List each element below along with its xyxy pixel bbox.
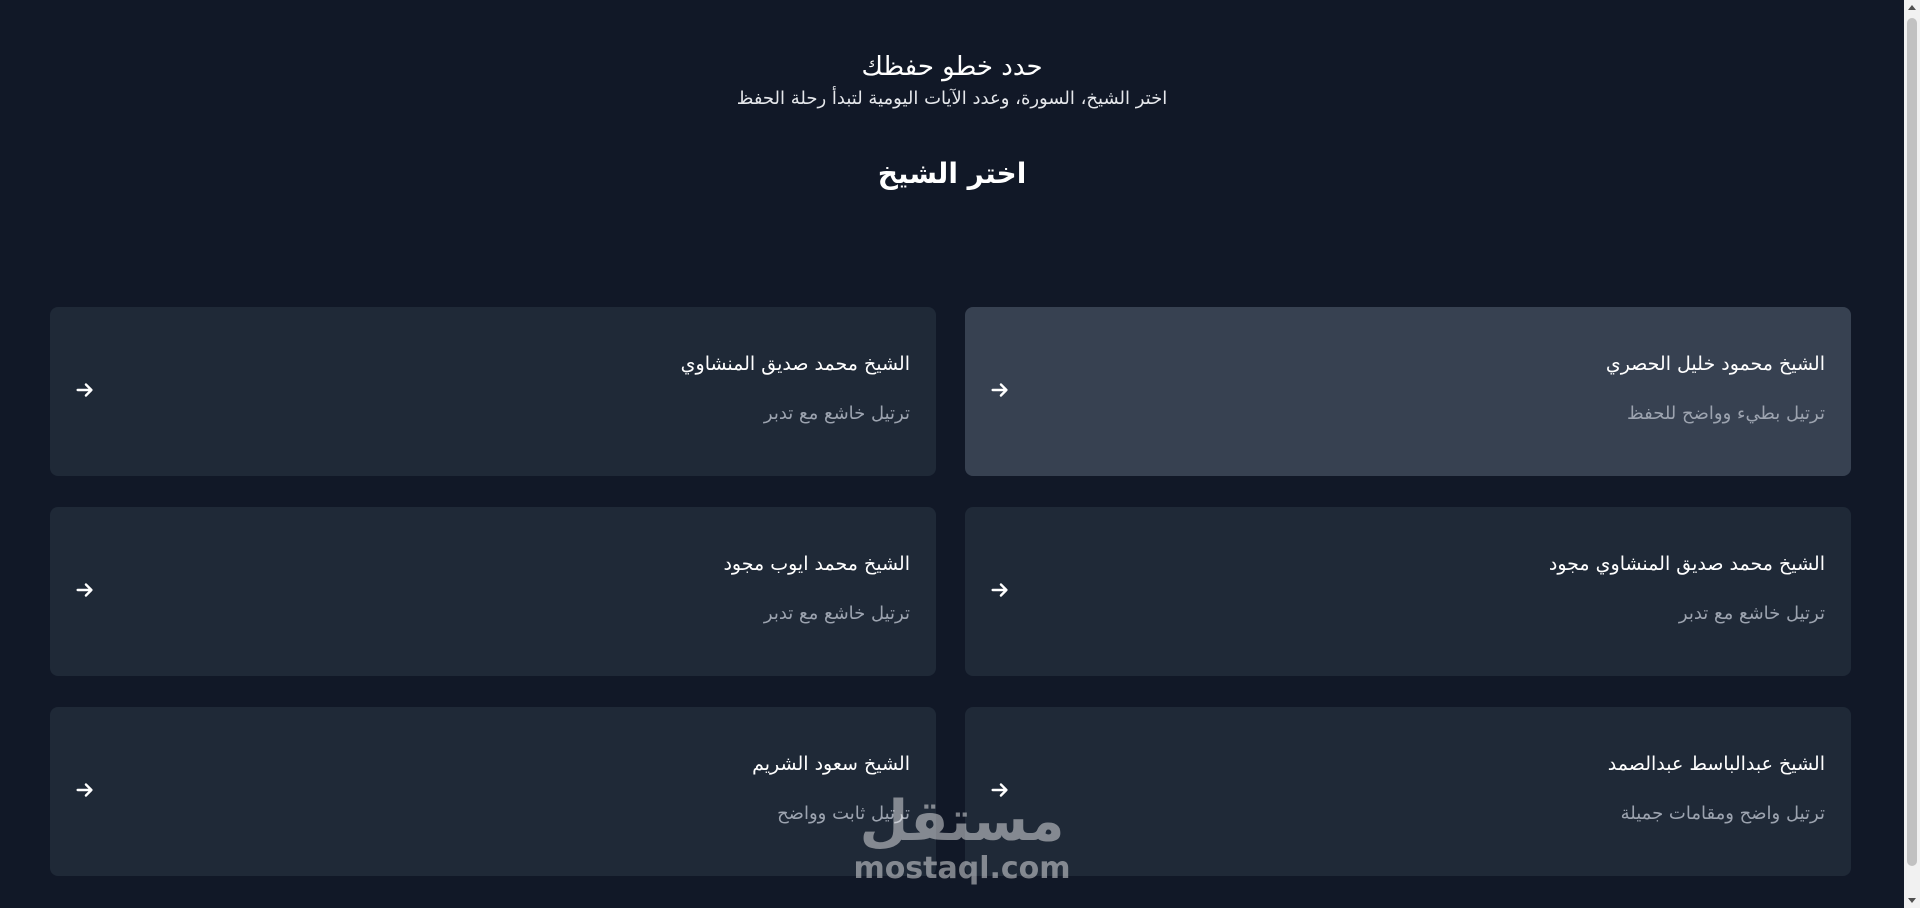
- sheikh-name: الشيخ محمد صديق المنشاوي مجود: [1548, 553, 1825, 575]
- scroll-thumb[interactable]: [1907, 18, 1917, 866]
- page-subtitle: اختر الشيخ، السورة، وعدد الآيات اليومية …: [736, 88, 1168, 109]
- arrow-right-icon: [76, 583, 93, 597]
- sheikh-description: ترتيل خاشع مع تدبر: [763, 403, 910, 424]
- vertical-scrollbar[interactable]: [1904, 0, 1920, 908]
- sheikh-name: الشيخ محمد ايوب مجود: [723, 553, 910, 575]
- sheikh-description: ترتيل واضح ومقامات جميلة: [1620, 803, 1825, 824]
- sheikh-description: ترتيل بطيء وواضح للحفظ: [1627, 403, 1825, 424]
- arrow-right-icon: [76, 783, 93, 797]
- sheikh-card[interactable]: الشيخ محمد ايوب مجود ترتيل خاشع مع تدبر: [50, 507, 936, 676]
- sheikh-card[interactable]: الشيخ عبدالباسط عبدالصمد ترتيل واضح ومقا…: [965, 707, 1851, 876]
- section-title: اختر الشيخ: [877, 157, 1027, 190]
- sheikh-grid: الشيخ محمود خليل الحصري ترتيل بطيء وواضح…: [50, 307, 1851, 876]
- page-title: حدد خطو حفظك: [861, 52, 1043, 82]
- sheikh-name: الشيخ محمد صديق المنشاوي: [680, 353, 910, 375]
- arrow-right-icon: [991, 583, 1008, 597]
- sheikh-card[interactable]: الشيخ محمد صديق المنشاوي ترتيل خاشع مع ت…: [50, 307, 936, 476]
- sheikh-description: ترتيل ثابت وواضح: [777, 803, 910, 824]
- page: حدد خطو حفظك اختر الشيخ، السورة، وعدد ال…: [0, 0, 1904, 908]
- sheikh-card[interactable]: الشيخ محمود خليل الحصري ترتيل بطيء وواضح…: [965, 307, 1851, 476]
- sheikh-card[interactable]: الشيخ سعود الشريم ترتيل ثابت وواضح: [50, 707, 936, 876]
- scroll-up-arrow-icon[interactable]: [1908, 5, 1916, 10]
- sheikh-name: الشيخ سعود الشريم: [752, 753, 910, 775]
- scroll-down-arrow-icon[interactable]: [1908, 898, 1916, 903]
- sheikh-description: ترتيل خاشع مع تدبر: [763, 603, 910, 624]
- arrow-right-icon: [76, 383, 93, 397]
- sheikh-card[interactable]: الشيخ محمد صديق المنشاوي مجود ترتيل خاشع…: [965, 507, 1851, 676]
- sheikh-name: الشيخ محمود خليل الحصري: [1605, 353, 1825, 375]
- sheikh-description: ترتيل خاشع مع تدبر: [1678, 603, 1825, 624]
- header: حدد خطو حفظك اختر الشيخ، السورة، وعدد ال…: [0, 0, 1904, 194]
- sheikh-name: الشيخ عبدالباسط عبدالصمد: [1607, 753, 1825, 775]
- arrow-right-icon: [991, 383, 1008, 397]
- arrow-right-icon: [991, 783, 1008, 797]
